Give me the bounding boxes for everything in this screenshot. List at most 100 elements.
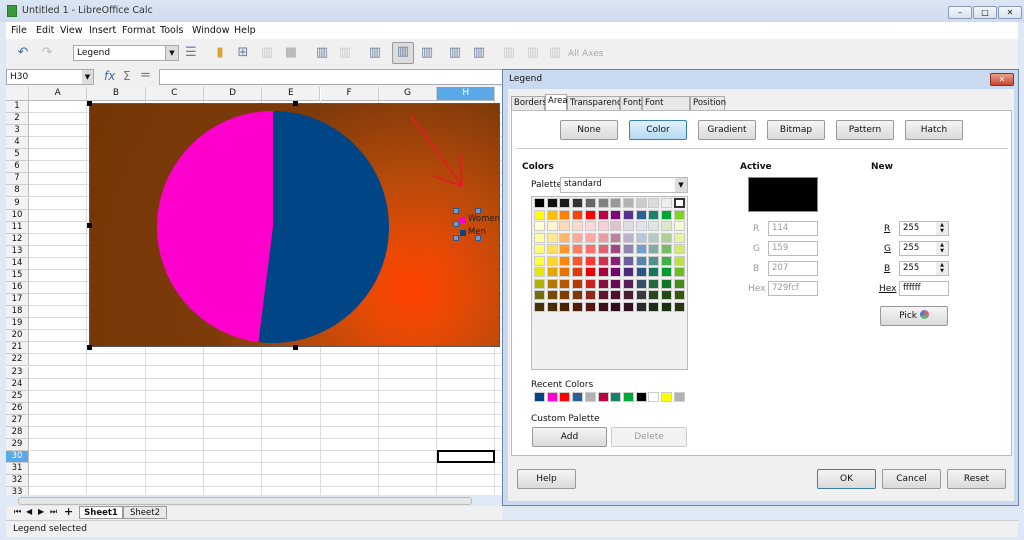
tab-font[interactable]: Font [620,96,642,110]
menu-window[interactable]: Window [192,25,229,36]
color-swatch[interactable] [648,221,660,231]
color-swatch[interactable] [546,267,558,277]
recent-color-swatch[interactable] [635,392,647,402]
color-swatch[interactable] [610,198,622,208]
first-sheet-icon[interactable]: ⏮ [14,507,21,517]
color-swatch[interactable] [546,301,558,312]
color-swatch[interactable] [673,221,685,231]
data-table-icon[interactable]: ⊞ [234,44,252,62]
color-swatch[interactable] [661,278,672,289]
legend-handle[interactable] [453,235,459,241]
menu-edit[interactable]: Edit [36,25,54,36]
sheet-tab-sheet1[interactable]: Sheet1 [79,506,123,519]
color-swatch[interactable] [572,232,584,243]
chart-area-icon[interactable]: ▥ [336,44,354,62]
color-swatch[interactable] [584,267,596,277]
color-swatch[interactable] [546,232,558,243]
color-swatch[interactable] [584,301,596,312]
color-swatch[interactable] [635,209,647,220]
color-swatch[interactable] [597,232,609,243]
color-swatch[interactable] [673,244,685,254]
add-sheet-icon[interactable]: + [64,505,73,518]
color-swatch[interactable] [534,198,545,208]
legend-on-off-icon[interactable]: ▥ [392,42,414,64]
color-swatch[interactable] [559,290,571,300]
recent-color-swatch[interactable] [622,392,634,402]
chart-handle[interactable] [87,345,92,350]
color-swatch[interactable] [673,278,685,289]
color-swatch[interactable] [622,232,634,243]
color-swatch[interactable] [673,290,685,300]
color-swatch[interactable] [622,255,634,266]
row-header-28[interactable]: 28 [6,426,29,439]
row-header-12[interactable]: 12 [6,233,29,246]
row-header-1[interactable]: 1 [6,101,29,113]
all-axes-button[interactable]: All Axes [568,49,603,59]
reset-button[interactable]: Reset [947,469,1006,489]
tab-font-effects[interactable]: Font Effects [642,96,690,121]
none-button[interactable]: None [560,120,618,140]
color-swatch[interactable] [597,198,609,208]
color-swatch[interactable] [534,209,545,220]
row-header-22[interactable]: 22 [6,354,29,367]
undo-icon[interactable]: ↶ [14,44,32,62]
color-swatch[interactable] [534,244,545,254]
formula-icon[interactable]: = [140,68,151,83]
redo-icon[interactable]: ↷ [38,44,56,62]
chart-handle[interactable] [293,101,298,106]
recent-color-swatch[interactable] [546,392,558,402]
column-header-e[interactable]: E [262,87,321,101]
color-swatch[interactable] [597,267,609,277]
color-swatch[interactable] [610,278,622,289]
color-swatch[interactable] [610,244,622,254]
spin-icon[interactable]: ▲ ▼ [936,262,948,275]
color-swatch[interactable] [559,232,571,243]
color-swatch[interactable] [661,255,672,266]
color-swatch[interactable] [572,290,584,300]
x-axis-icon[interactable]: ▥ [500,44,518,62]
chart-legend[interactable]: Women Men [453,208,502,241]
menu-format[interactable]: Format [122,25,155,36]
bitmap-button[interactable]: Bitmap [767,120,825,140]
color-swatch[interactable] [648,209,660,220]
prev-sheet-icon[interactable]: ◀ [26,507,32,516]
color-swatch[interactable] [661,244,672,254]
row-header-27[interactable]: 27 [6,414,29,427]
row-header-2[interactable]: 2 [6,113,29,126]
function-wizard-icon[interactable]: fx [104,69,115,83]
recent-color-swatch[interactable] [572,392,584,402]
data-ranges-icon[interactable]: ▥ [258,44,276,62]
color-swatch[interactable] [661,232,672,243]
color-swatch[interactable] [584,232,596,243]
chart-object[interactable]: Women Men [89,103,500,347]
color-swatch[interactable] [572,267,584,277]
row-header-26[interactable]: 26 [6,402,29,415]
z-axis-icon[interactable]: ▥ [546,44,564,62]
color-swatch[interactable] [534,221,545,231]
color-swatch[interactable] [622,301,634,312]
color-swatch[interactable] [584,221,596,231]
row-header-17[interactable]: 17 [6,294,29,307]
format-selection-icon[interactable]: ☰ [182,44,200,62]
row-header-3[interactable]: 3 [6,125,29,138]
row-header-29[interactable]: 29 [6,438,29,451]
color-swatch[interactable] [546,198,558,208]
help-button[interactable]: Help [517,469,576,489]
column-header-d[interactable]: D [203,87,263,101]
menu-view[interactable]: View [60,25,83,36]
sheet-tab-sheet2[interactable]: Sheet2 [123,506,167,519]
color-swatch[interactable] [597,301,609,312]
recent-color-swatch[interactable] [584,392,596,402]
color-swatch[interactable] [622,221,634,231]
color-swatch[interactable] [673,232,685,243]
gradient-button[interactable]: Gradient [698,120,756,140]
hatch-button[interactable]: Hatch [905,120,963,140]
color-swatch[interactable] [534,290,545,300]
row-header-21[interactable]: 21 [6,342,29,355]
color-swatch[interactable] [546,290,558,300]
color-swatch[interactable] [584,255,596,266]
recent-color-swatch[interactable] [534,392,545,402]
color-swatch[interactable] [622,198,634,208]
color-swatch[interactable] [635,278,647,289]
tab-position[interactable]: Position [690,96,726,110]
